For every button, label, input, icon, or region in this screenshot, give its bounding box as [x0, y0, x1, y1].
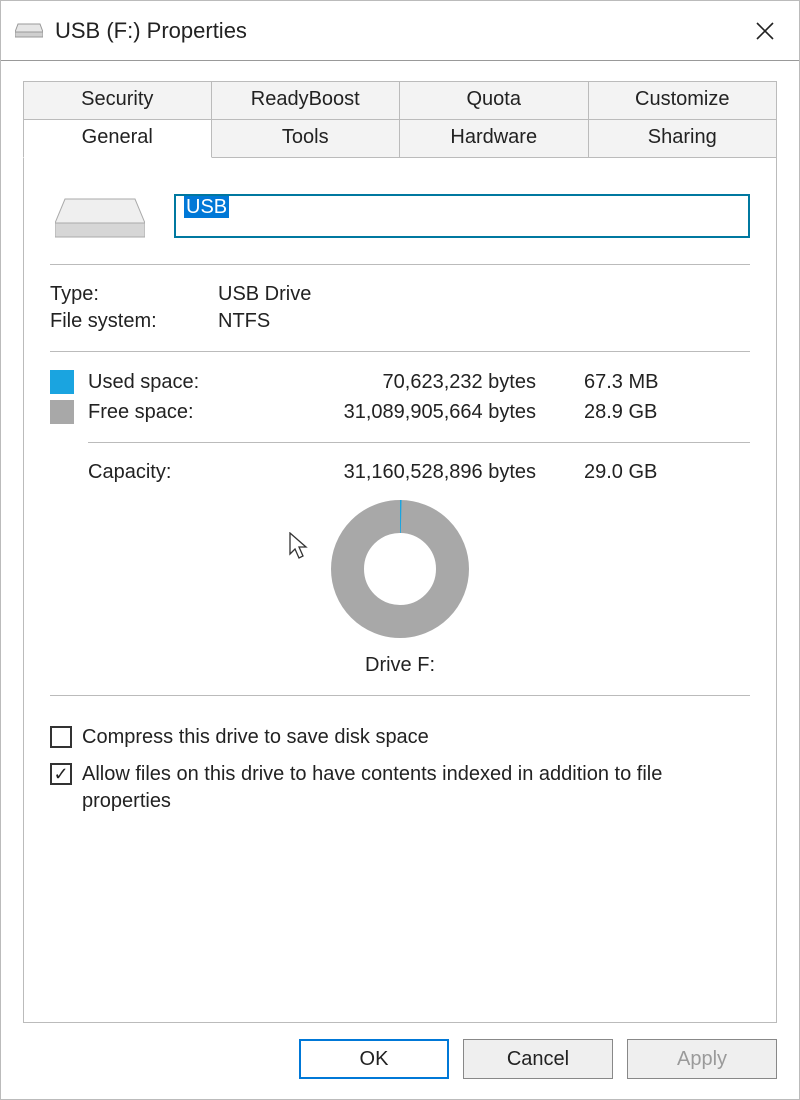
free-space-human: 28.9 GB: [554, 401, 674, 424]
apply-button[interactable]: Apply: [627, 1039, 777, 1079]
donut-icon: [325, 494, 475, 644]
free-space-label: Free space:: [88, 401, 288, 424]
drive-name-value: USB: [184, 196, 229, 218]
titlebar: USB (F:) Properties: [1, 1, 799, 61]
used-space-label: Used space:: [88, 371, 288, 394]
ok-button[interactable]: OK: [299, 1039, 449, 1079]
used-space-bytes: 70,623,232 bytes: [296, 371, 546, 394]
capacity-row: Capacity: 31,160,528,896 bytes 29.0 GB: [50, 461, 750, 484]
tab-sharing[interactable]: Sharing: [589, 119, 778, 158]
properties-window: USB (F:) Properties Security ReadyBoost …: [0, 0, 800, 1100]
tab-readyboost[interactable]: ReadyBoost: [212, 81, 401, 119]
type-value: USB Drive: [218, 283, 750, 306]
drive-icon: [15, 18, 43, 44]
tab-customize[interactable]: Customize: [589, 81, 778, 119]
type-label: Type:: [50, 283, 200, 306]
used-space-row: Used space: 70,623,232 bytes 67.3 MB: [50, 370, 750, 394]
tab-general[interactable]: General: [23, 119, 212, 158]
drive-label: Drive F:: [365, 654, 435, 677]
separator: [50, 264, 750, 265]
index-label: Allow files on this drive to have conten…: [82, 761, 750, 815]
capacity-human: 29.0 GB: [554, 461, 674, 484]
compress-checkbox[interactable]: [50, 726, 72, 748]
dialog-buttons: OK Cancel Apply: [1, 1023, 799, 1099]
separator: [50, 695, 750, 696]
tab-quota[interactable]: Quota: [400, 81, 589, 119]
capacity-label: Capacity:: [88, 461, 288, 484]
compress-label: Compress this drive to save disk space: [82, 724, 429, 751]
tab-strip-upper: Security ReadyBoost Quota Customize: [23, 81, 777, 119]
tab-panel-general: USB Type: USB Drive File system: NTFS: [23, 158, 777, 1023]
drive-name-input[interactable]: USB: [174, 194, 750, 238]
index-checkbox[interactable]: [50, 763, 72, 785]
separator: [50, 351, 750, 352]
capacity-bytes: 31,160,528,896 bytes: [296, 461, 546, 484]
filesystem-label: File system:: [50, 310, 200, 333]
cancel-button[interactable]: Cancel: [463, 1039, 613, 1079]
used-swatch-icon: [50, 370, 74, 394]
tab-tools[interactable]: Tools: [212, 119, 401, 158]
used-space-human: 67.3 MB: [554, 371, 674, 394]
window-title: USB (F:) Properties: [55, 18, 745, 44]
free-space-row: Free space: 31,089,905,664 bytes 28.9 GB: [50, 400, 750, 424]
free-swatch-icon: [50, 400, 74, 424]
close-button[interactable]: [745, 11, 785, 51]
capacity-chart: Drive F:: [50, 494, 750, 677]
tab-strip-lower: General Tools Hardware Sharing: [23, 119, 777, 158]
tab-security[interactable]: Security: [23, 81, 212, 119]
tab-hardware[interactable]: Hardware: [400, 119, 589, 158]
free-space-bytes: 31,089,905,664 bytes: [296, 401, 546, 424]
separator: [88, 442, 750, 443]
drive-icon: [50, 186, 150, 246]
filesystem-value: NTFS: [218, 310, 750, 333]
